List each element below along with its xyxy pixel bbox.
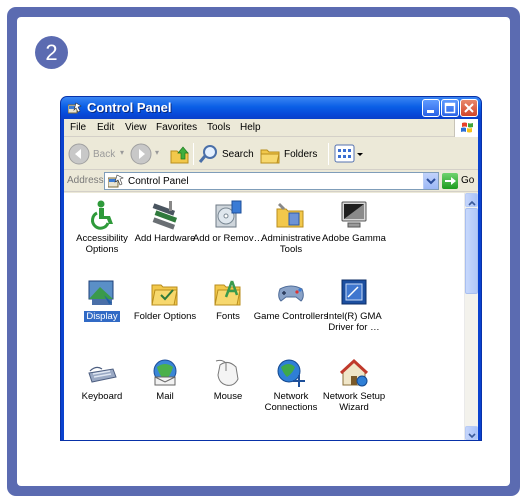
item-label: Fonts — [216, 311, 240, 322]
forward-arrow-icon[interactable] — [130, 143, 152, 165]
search-button-label[interactable]: Search — [222, 149, 254, 160]
minimize-button[interactable] — [422, 99, 440, 117]
views-icon[interactable] — [334, 143, 364, 165]
network-setup-wizard-icon — [339, 358, 369, 387]
step-number-badge: 2 — [35, 36, 68, 69]
item-add-hardware[interactable]: Add Hardware — [135, 199, 195, 269]
toolbar-separator — [328, 143, 329, 165]
go-arrow-icon — [445, 177, 456, 185]
fonts-icon — [214, 280, 241, 306]
window-client-area: File Edit View Favorites Tools Help Back… — [64, 119, 478, 440]
item-label: Administrative Tools — [261, 233, 321, 255]
menu-tools[interactable]: Tools — [207, 122, 230, 133]
control-panel-window: Control Panel File Edit View Favorites T… — [60, 96, 482, 441]
back-arrow-icon[interactable] — [68, 143, 90, 165]
search-icon[interactable] — [198, 143, 220, 165]
scroll-up-button[interactable] — [465, 193, 478, 207]
maximize-icon — [444, 102, 456, 114]
standard-toolbar: Back ▾ ▾ Search Folders — [64, 138, 478, 170]
control-panel-small-icon — [108, 174, 124, 188]
folders-button-label[interactable]: Folders — [284, 149, 317, 160]
adobe-gamma-icon — [341, 201, 367, 228]
network-connections-icon — [277, 359, 305, 387]
address-dropdown-button[interactable] — [423, 173, 438, 189]
item-keyboard[interactable]: Keyboard — [72, 357, 132, 427]
scroll-down-button[interactable] — [465, 426, 478, 440]
item-network-setup-wizard[interactable]: Network Setup Wizard — [322, 357, 386, 427]
item-mouse[interactable]: Mouse — [198, 357, 258, 427]
back-button-label[interactable]: Back — [93, 149, 115, 160]
back-dropdown-arrow[interactable]: ▾ — [120, 148, 124, 157]
up-folder-icon[interactable] — [168, 143, 190, 165]
step-frame: 2 Control Panel File Edit View Favorites… — [7, 7, 520, 496]
control-panel-icon — [68, 102, 82, 114]
close-icon — [464, 103, 474, 113]
administrative-tools-icon — [276, 203, 304, 228]
item-game-controllers[interactable]: Game Controllers — [254, 277, 328, 347]
address-label: Address — [67, 175, 104, 186]
item-administrative-tools[interactable]: Administrative Tools — [261, 199, 321, 269]
item-fonts[interactable]: Fonts — [198, 277, 258, 347]
item-mail[interactable]: Mail — [135, 357, 195, 427]
item-label: Folder Options — [133, 311, 197, 322]
maximize-button[interactable] — [441, 99, 459, 117]
close-button[interactable] — [460, 99, 478, 117]
intel-gma-icon — [341, 279, 367, 305]
item-add-or-remove-programs[interactable]: Add or Remov… — [193, 199, 263, 269]
game-controllers-icon — [278, 285, 304, 302]
chevron-down-icon — [426, 178, 436, 185]
item-display[interactable]: Display — [72, 277, 132, 347]
go-button[interactable] — [442, 173, 458, 189]
item-label: Keyboard — [81, 391, 123, 402]
add-hardware-icon — [152, 201, 178, 230]
menu-bar: File Edit View Favorites Tools Help — [64, 119, 478, 137]
address-bar: Address Control Panel Go — [64, 171, 478, 192]
item-label: Mail — [156, 391, 174, 402]
item-label: Mouse — [213, 391, 243, 402]
mouse-icon — [215, 359, 239, 386]
forward-dropdown-arrow[interactable]: ▾ — [155, 148, 159, 157]
go-label[interactable]: Go — [461, 175, 474, 186]
window-title: Control Panel — [87, 100, 172, 115]
mail-icon — [153, 359, 177, 386]
item-accessibility-options[interactable]: Accessibility Options — [72, 199, 132, 269]
keyboard-icon — [88, 366, 117, 383]
address-input[interactable]: Control Panel — [104, 172, 439, 190]
folders-icon[interactable] — [259, 143, 281, 165]
folder-options-icon — [151, 284, 178, 306]
windows-logo — [454, 119, 478, 137]
address-value: Control Panel — [128, 176, 189, 187]
display-icon — [88, 280, 114, 305]
item-network-connections[interactable]: Network Connections — [261, 357, 321, 427]
minimize-icon — [427, 110, 434, 113]
item-label: Network Setup Wizard — [322, 391, 386, 413]
item-intel-gma-driver[interactable]: Intel(R) GMA Driver for … — [324, 277, 384, 347]
item-label: Intel(R) GMA Driver for … — [326, 311, 382, 333]
item-adobe-gamma[interactable]: Adobe Gamma — [322, 199, 386, 269]
item-label: Adobe Gamma — [322, 233, 386, 244]
item-folder-options[interactable]: Folder Options — [133, 277, 197, 347]
item-label: Add Hardware — [134, 233, 196, 244]
title-bar[interactable]: Control Panel — [61, 97, 481, 119]
add-remove-programs-icon — [215, 200, 242, 228]
item-label: Network Connections — [264, 391, 318, 413]
vertical-scrollbar[interactable] — [464, 193, 478, 440]
scroll-thumb[interactable] — [465, 208, 478, 294]
menu-file[interactable]: File — [70, 122, 86, 133]
menu-edit[interactable]: Edit — [97, 122, 114, 133]
control-panel-items: Accessibility Options Add Hardware Add o… — [64, 193, 464, 440]
accessibility-icon — [91, 200, 113, 230]
item-label: Accessibility Options — [76, 233, 128, 255]
chevron-down-icon — [468, 433, 476, 439]
item-label: Display — [84, 311, 120, 322]
step-card: 2 Control Panel File Edit View Favorites… — [17, 17, 510, 486]
menu-favorites[interactable]: Favorites — [156, 122, 197, 133]
toolbar-separator — [193, 143, 194, 165]
menu-view[interactable]: View — [125, 122, 147, 133]
menu-help[interactable]: Help — [240, 122, 261, 133]
windows-flag-icon — [461, 122, 473, 133]
